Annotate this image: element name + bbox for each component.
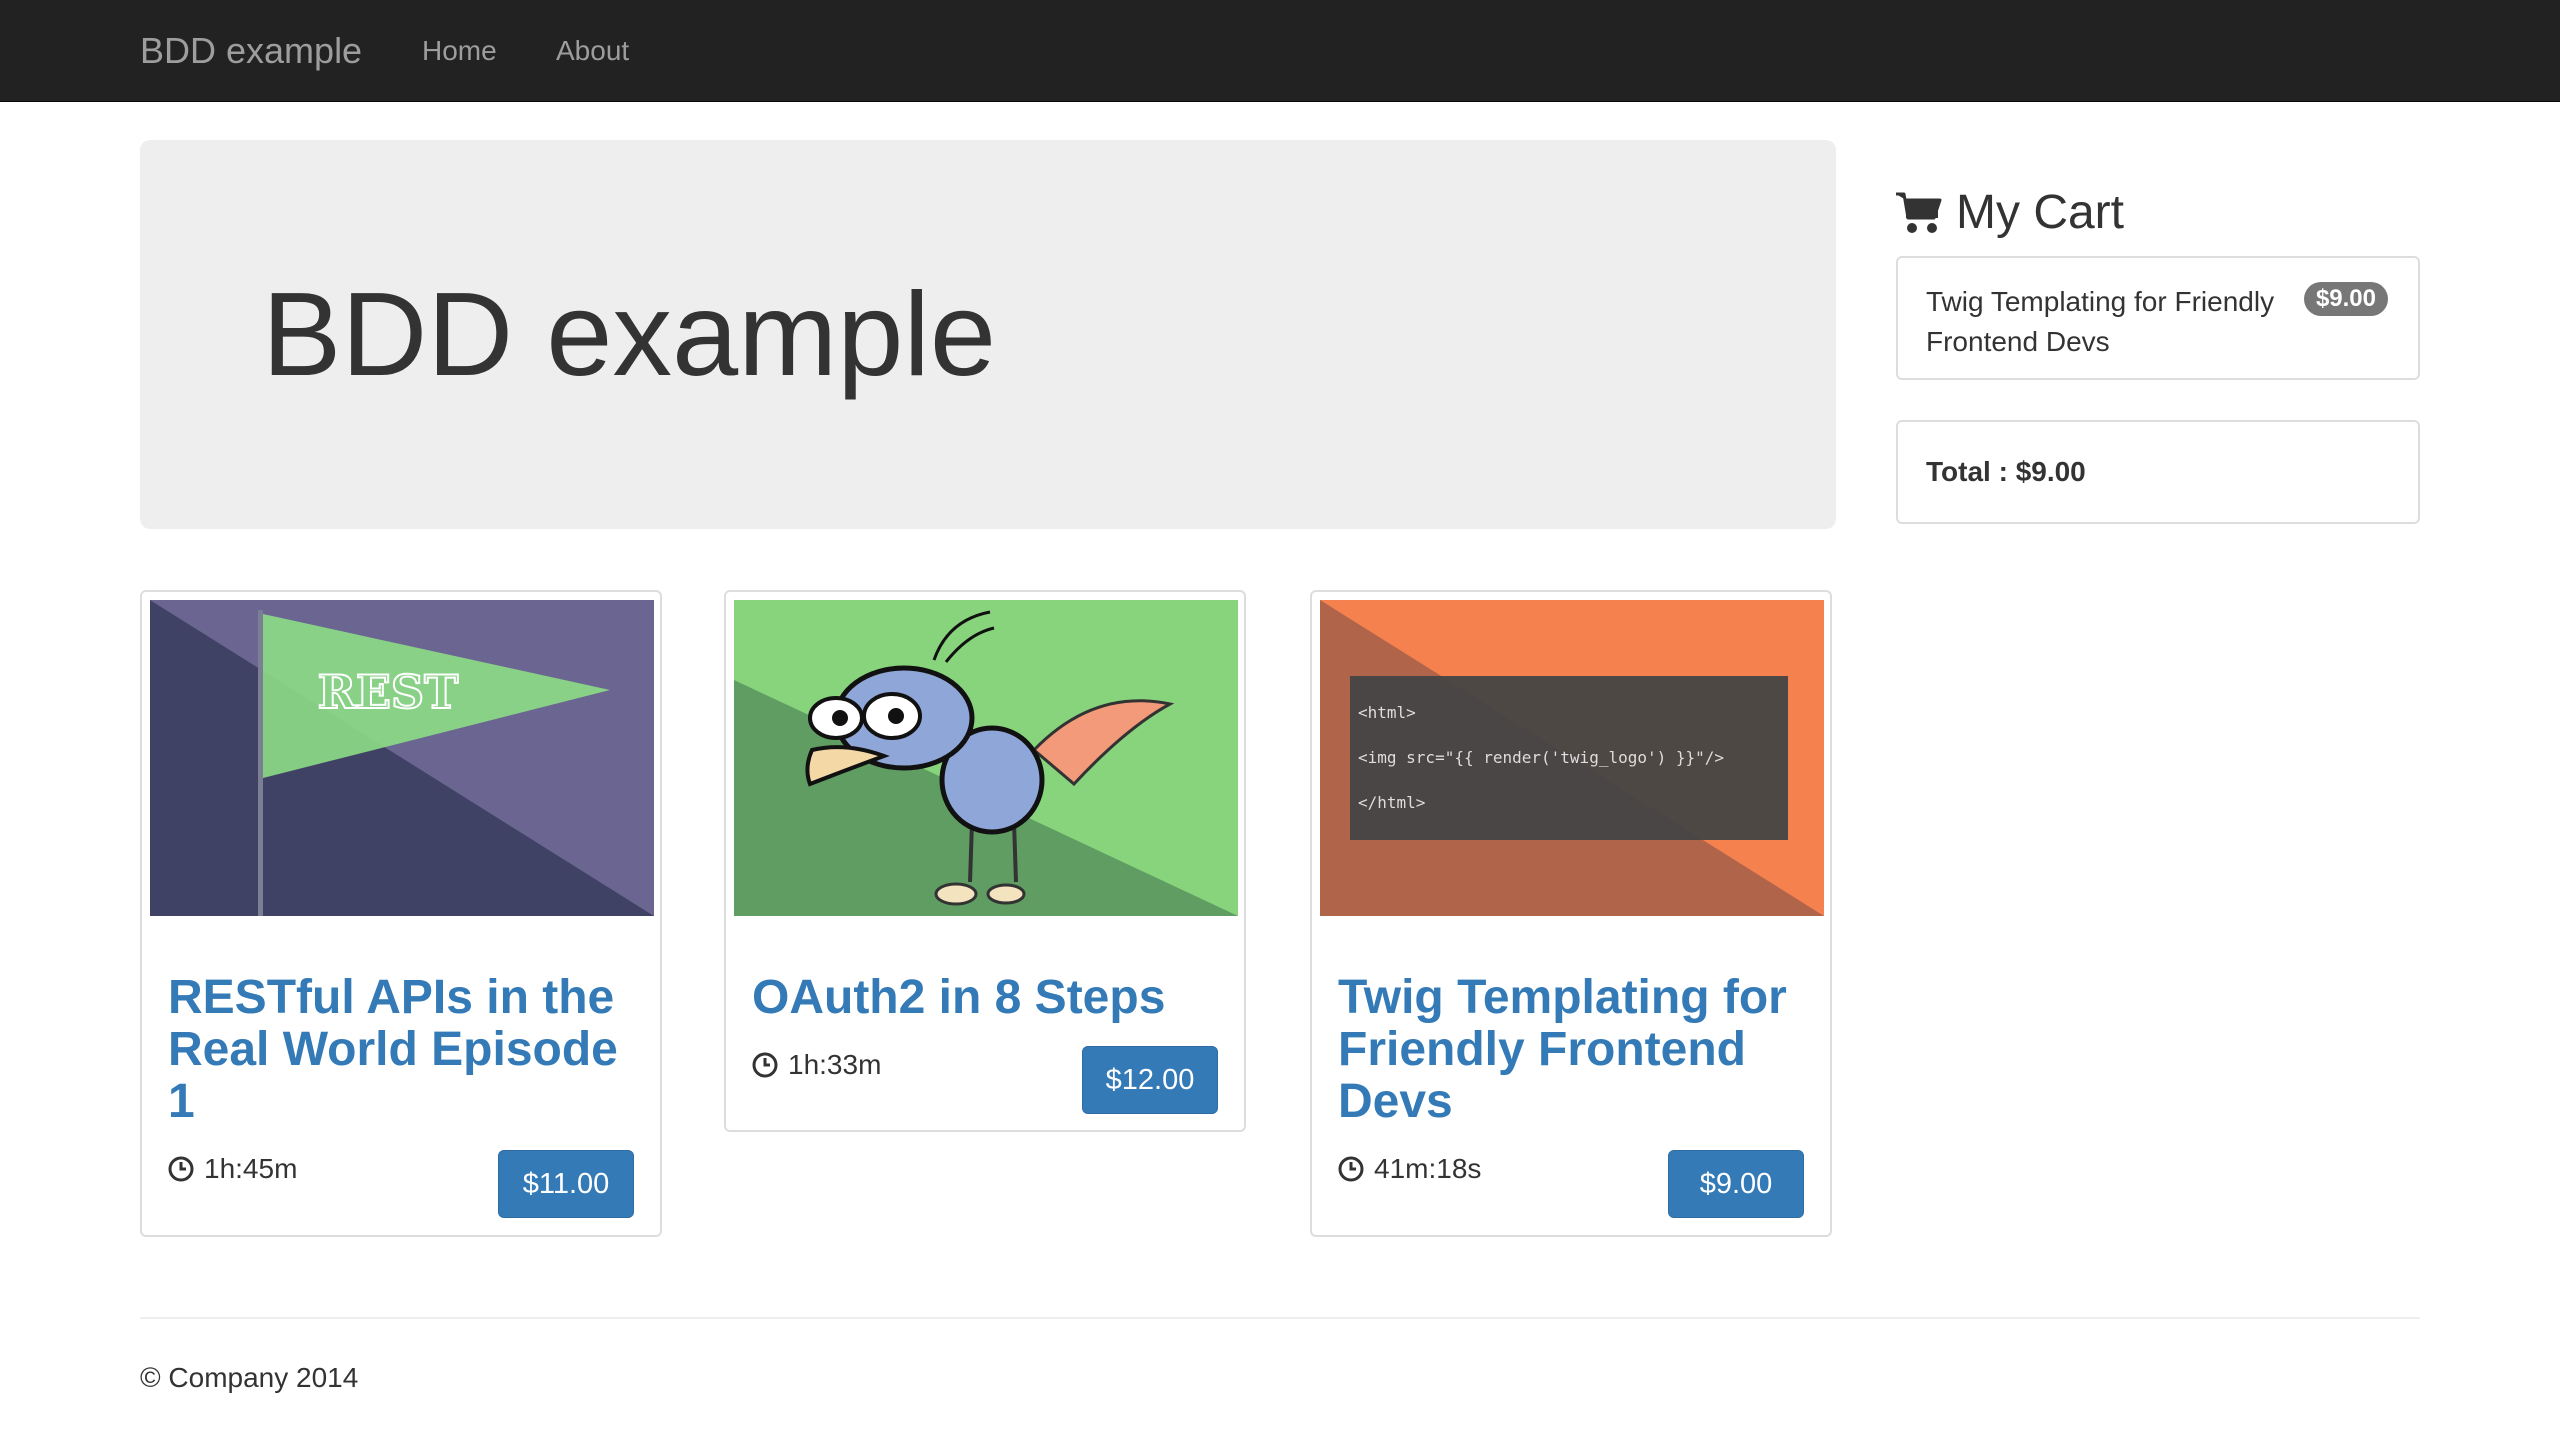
navbar-brand[interactable]: BDD example [140, 0, 362, 101]
shopping-cart-icon [1896, 192, 1942, 233]
footer-divider [140, 1317, 2420, 1319]
navbar: BDD example Home About [0, 0, 2560, 102]
jumbotron: BDD example [140, 140, 1836, 529]
duration-text: 1h:45m [204, 1153, 298, 1184]
code-line: </html> [1358, 793, 1425, 812]
product-card-oauth2: OAuth2 in 8 Steps 1h:33m $12.00 [724, 590, 1246, 1132]
cart-item-price-badge: $9.00 [2303, 282, 2388, 316]
product-thumbnail-oauth[interactable] [734, 600, 1238, 916]
twig-code-image: <html> <img src="{{ render('twig_logo') … [1320, 600, 1824, 916]
clock-icon [752, 1052, 778, 1078]
clock-icon [168, 1156, 194, 1182]
cart-heading: My Cart [1894, 176, 2124, 248]
bird-cartoon-image [734, 600, 1238, 916]
product-duration: 41m:18s [1338, 1152, 1481, 1186]
cart-title: My Cart [1956, 185, 2124, 239]
add-to-cart-button[interactable]: $12.00 [1082, 1046, 1218, 1114]
cart-item-name: Twig Templating for Friendly Frontend De… [1926, 286, 2275, 357]
product-title[interactable]: RESTful APIs in the Real World Episode 1 [168, 972, 638, 1128]
duration-text: 41m:18s [1374, 1153, 1482, 1184]
cart-total-text: Total : $9.00 [1926, 456, 2086, 487]
page-title: BDD example [262, 268, 997, 401]
add-to-cart-button[interactable]: $9.00 [1668, 1150, 1804, 1218]
code-line: <html> [1358, 703, 1416, 722]
rest-thumb-text: REST [318, 665, 459, 719]
code-line: <img src="{{ render('twig_logo') }}"/> [1358, 748, 1724, 767]
add-to-cart-button[interactable]: $11.00 [498, 1150, 634, 1218]
rest-flag-image: REST [150, 600, 654, 916]
nav-link-about[interactable]: About [556, 0, 629, 101]
cart-total: Total : $9.00 [1896, 420, 2420, 524]
product-duration: 1h:33m [752, 1048, 881, 1082]
nav-link-home[interactable]: Home [422, 0, 497, 101]
product-card-restful-apis: REST RESTful APIs in the Real World Epis… [140, 590, 662, 1237]
product-duration: 1h:45m [168, 1152, 297, 1186]
cart-item: Twig Templating for Friendly Frontend De… [1896, 256, 2420, 380]
product-title[interactable]: Twig Templating for Friendly Frontend De… [1338, 972, 1808, 1128]
product-title[interactable]: OAuth2 in 8 Steps [752, 972, 1222, 1024]
footer-copyright: © Company 2014 [140, 1362, 359, 1393]
product-thumbnail-twig[interactable]: <html> <img src="{{ render('twig_logo') … [1320, 600, 1824, 916]
product-card-twig-templating: <html> <img src="{{ render('twig_logo') … [1310, 590, 1832, 1237]
product-thumbnail-rest[interactable]: REST [150, 600, 654, 916]
clock-icon [1338, 1156, 1364, 1182]
duration-text: 1h:33m [788, 1049, 882, 1080]
